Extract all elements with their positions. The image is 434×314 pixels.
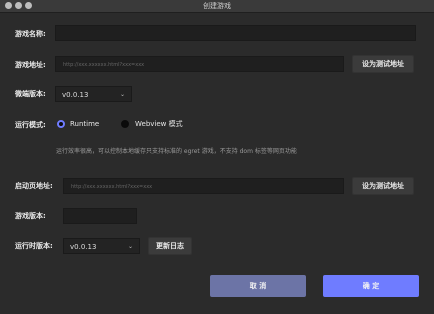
cancel-button[interactable]: 取 消	[210, 275, 306, 297]
micro-version-select[interactable]: v0.0.13 ⌄	[55, 86, 132, 102]
set-test-url-button[interactable]: 设为测试地址	[352, 55, 414, 73]
game-url-input[interactable]: http://xxx.xxxxxx.html?xxx=xxx	[55, 56, 344, 72]
titlebar: 创建游戏	[0, 0, 434, 13]
game-name-input[interactable]	[55, 25, 416, 41]
runtime-radio-label[interactable]: Runtime	[70, 119, 99, 129]
set-launch-test-url-button[interactable]: 设为测试地址	[352, 177, 414, 195]
run-mode-label: 运行模式:	[15, 121, 46, 129]
chevron-down-icon: ⌄	[119, 91, 125, 98]
runtime-version-label: 运行时版本:	[15, 242, 53, 250]
window-title: 创建游戏	[203, 2, 231, 10]
runtime-radio[interactable]	[57, 120, 65, 128]
runtime-version-value: v0.0.13	[70, 243, 97, 251]
micro-version-value: v0.0.13	[62, 91, 89, 99]
game-version-label: 游戏版本:	[15, 212, 46, 220]
create-game-window: 创建游戏 游戏名称: 游戏地址: http://xxx.xxxxxx.html?…	[0, 0, 434, 314]
game-version-input[interactable]	[63, 208, 137, 224]
game-url-placeholder: http://xxx.xxxxxx.html?xxx=xxx	[63, 62, 145, 68]
launch-url-placeholder: http://xxx.xxxxxx.html?xxx=xxx	[71, 184, 153, 190]
webview-radio[interactable]	[121, 120, 129, 128]
launch-url-input[interactable]: http://xxx.xxxxxx.html?xxx=xxx	[63, 178, 344, 194]
game-name-label: 游戏名称:	[15, 30, 46, 38]
launch-url-label: 启动页地址:	[15, 182, 53, 190]
runtime-version-select[interactable]: v0.0.13 ⌄	[63, 238, 140, 254]
update-log-button[interactable]: 更新日志	[148, 237, 192, 255]
chevron-down-icon: ⌄	[127, 243, 133, 250]
game-url-label: 游戏地址:	[15, 61, 46, 69]
run-mode-hint: 运行效率很高，可以控制本地缓存只支持标准的 egret 游戏，不支持 dom 标…	[56, 148, 297, 155]
webview-radio-label[interactable]: Webview 模式	[135, 119, 183, 129]
micro-version-label: 微端版本:	[15, 90, 46, 98]
confirm-button[interactable]: 确 定	[323, 275, 419, 297]
